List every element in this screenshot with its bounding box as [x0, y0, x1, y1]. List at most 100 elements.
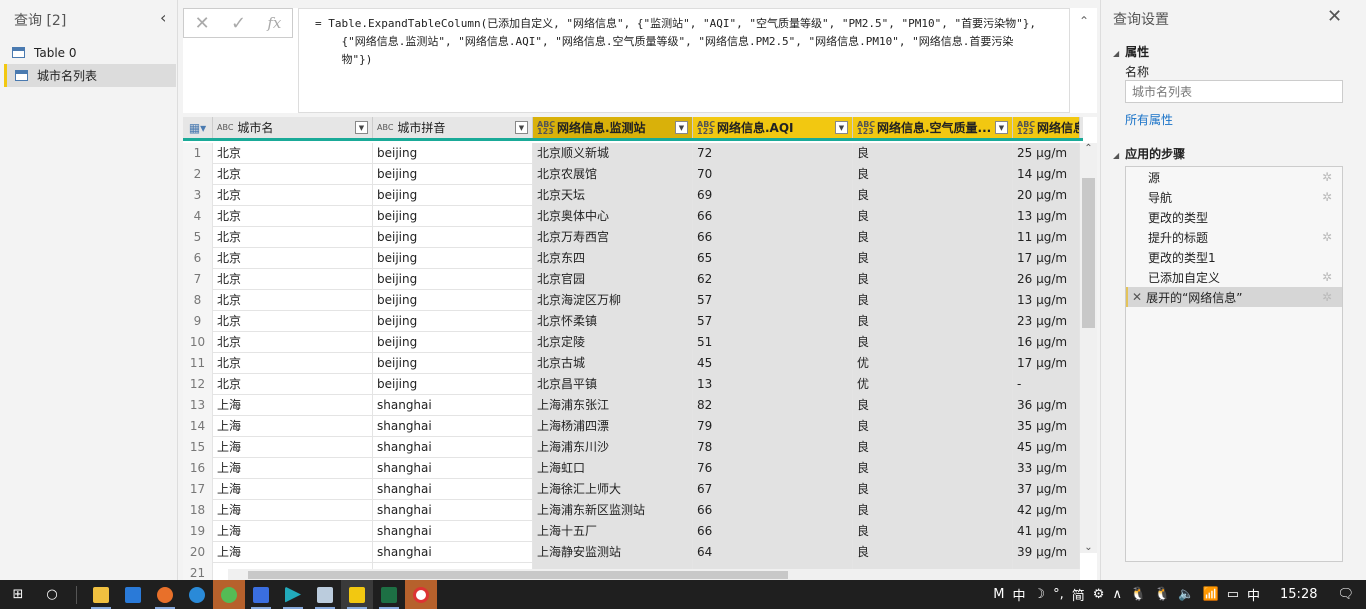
properties-section[interactable]: ◢ 属性 [1113, 43, 1149, 60]
scroll-up-icon[interactable]: ⌃ [1080, 143, 1097, 154]
table-cell[interactable]: 北京 [213, 185, 373, 206]
table-cell[interactable]: 79 [693, 416, 853, 437]
table-cell[interactable]: 良 [853, 290, 1013, 311]
step-settings-gear-icon[interactable]: ✲ [1322, 230, 1332, 244]
row-number[interactable]: 12 [183, 374, 213, 395]
table-cell[interactable]: beijing [373, 269, 533, 290]
row-number[interactable]: 16 [183, 458, 213, 479]
row-number[interactable]: 18 [183, 500, 213, 521]
table-cell[interactable]: 良 [853, 227, 1013, 248]
table-menu-icon[interactable]: ▦▾ [183, 117, 213, 138]
table-cell[interactable]: 良 [853, 164, 1013, 185]
table-cell[interactable]: 北京 [213, 143, 373, 164]
table-cell[interactable]: 北京古城 [533, 353, 693, 374]
table-cell[interactable]: 17 µg/m [1013, 353, 1080, 374]
filter-dropdown-icon[interactable]: ▼ [515, 121, 528, 134]
table-cell[interactable]: 13 [693, 374, 853, 395]
table-cell[interactable]: 北京农展馆 [533, 164, 693, 185]
applied-step[interactable]: 源 ✲ [1126, 167, 1342, 187]
table-cell[interactable]: - [1013, 374, 1080, 395]
table-cell[interactable]: 北京怀柔镇 [533, 311, 693, 332]
table-cell[interactable]: beijing [373, 311, 533, 332]
start-windows-icon[interactable]: ⊞ [0, 580, 36, 609]
table-cell[interactable]: 北京昌平镇 [533, 374, 693, 395]
row-number[interactable]: 8 [183, 290, 213, 311]
row-number[interactable]: 21 [183, 563, 213, 580]
table-cell[interactable]: 北京 [213, 227, 373, 248]
table-cell[interactable]: 上海 [213, 416, 373, 437]
table-cell[interactable]: shanghai [373, 479, 533, 500]
table-cell[interactable]: 76 [693, 458, 853, 479]
column-header[interactable]: ABC 城市拼音 ▼ [373, 117, 533, 138]
cancel-icon[interactable]: ✕ [195, 13, 210, 34]
table-cell[interactable]: 北京 [213, 353, 373, 374]
table-cell[interactable]: beijing [373, 332, 533, 353]
row-number[interactable]: 17 [183, 479, 213, 500]
tray-icon[interactable]: 🐧 [1130, 587, 1146, 602]
table-cell[interactable]: 82 [693, 395, 853, 416]
table-cell[interactable]: 上海徐汇上师大 [533, 479, 693, 500]
table-cell[interactable]: 67 [693, 479, 853, 500]
query-item-city-list[interactable]: 城市名列表 [4, 64, 176, 87]
table-cell[interactable]: 良 [853, 269, 1013, 290]
row-number[interactable]: 7 [183, 269, 213, 290]
table-cell[interactable]: 上海 [213, 521, 373, 542]
table-cell[interactable]: 20 µg/m [1013, 185, 1080, 206]
table-cell[interactable]: shanghai [373, 500, 533, 521]
table-cell[interactable]: 北京 [213, 164, 373, 185]
calendar-app-icon[interactable] [117, 580, 149, 609]
table-cell[interactable]: 北京 [213, 248, 373, 269]
table-cell[interactable]: 良 [853, 416, 1013, 437]
row-number[interactable]: 6 [183, 248, 213, 269]
row-number[interactable]: 2 [183, 164, 213, 185]
table-cell[interactable]: 37 µg/m [1013, 479, 1080, 500]
query-item-table0[interactable]: Table 0 [4, 41, 176, 64]
table-cell[interactable]: beijing [373, 227, 533, 248]
row-number[interactable]: 1 [183, 143, 213, 164]
delete-step-icon[interactable]: ✕ [1132, 290, 1142, 304]
row-number[interactable]: 9 [183, 311, 213, 332]
table-cell[interactable]: 41 µg/m [1013, 521, 1080, 542]
table-cell[interactable]: beijing [373, 248, 533, 269]
table-cell[interactable]: beijing [373, 206, 533, 227]
wps-writer-icon[interactable] [245, 580, 277, 609]
table-cell[interactable]: 北京 [213, 206, 373, 227]
table-cell[interactable]: 25 µg/m [1013, 143, 1080, 164]
collapse-pane-icon[interactable]: ‹ [160, 8, 166, 27]
table-cell[interactable]: 北京定陵 [533, 332, 693, 353]
table-cell[interactable]: 良 [853, 311, 1013, 332]
table-cell[interactable]: 良 [853, 479, 1013, 500]
table-cell[interactable]: 36 µg/m [1013, 395, 1080, 416]
table-cell[interactable]: 良 [853, 437, 1013, 458]
step-settings-gear-icon[interactable]: ✲ [1322, 170, 1332, 184]
search-cortana-icon[interactable]: ○ [36, 580, 68, 609]
table-cell[interactable]: 上海 [213, 479, 373, 500]
row-number[interactable]: 4 [183, 206, 213, 227]
close-icon[interactable]: ✕ [1327, 6, 1342, 27]
table-cell[interactable]: 45 µg/m [1013, 437, 1080, 458]
power-bi-icon[interactable] [341, 580, 373, 609]
table-cell[interactable]: shanghai [373, 458, 533, 479]
table-cell[interactable]: shanghai [373, 542, 533, 563]
table-cell[interactable]: 上海十五厂 [533, 521, 693, 542]
table-cell[interactable]: 57 [693, 311, 853, 332]
step-settings-gear-icon[interactable]: ✲ [1322, 270, 1332, 284]
filter-dropdown-icon[interactable]: ▼ [835, 121, 848, 134]
table-cell[interactable]: 42 µg/m [1013, 500, 1080, 521]
table-cell[interactable]: 上海杨浦四漂 [533, 416, 693, 437]
table-cell[interactable]: 优 [853, 374, 1013, 395]
applied-step[interactable]: ✕ 展开的“网络信息” ✲ [1126, 287, 1342, 307]
column-header[interactable]: ABC 城市名 ▼ [213, 117, 373, 138]
firefox-icon[interactable] [149, 580, 181, 609]
file-explorer-icon[interactable] [85, 580, 117, 609]
table-cell[interactable]: 北京顺义新城 [533, 143, 693, 164]
filter-dropdown-icon[interactable]: ▼ [355, 121, 368, 134]
tray-icon[interactable]: 🔈 [1178, 587, 1194, 602]
row-number[interactable]: 5 [183, 227, 213, 248]
table-cell[interactable]: 北京东四 [533, 248, 693, 269]
table-cell[interactable]: 62 [693, 269, 853, 290]
scroll-down-icon[interactable]: ⌄ [1080, 542, 1097, 553]
fx-icon[interactable]: fx [267, 14, 281, 32]
table-cell[interactable]: 33 µg/m [1013, 458, 1080, 479]
table-cell[interactable]: beijing [373, 290, 533, 311]
